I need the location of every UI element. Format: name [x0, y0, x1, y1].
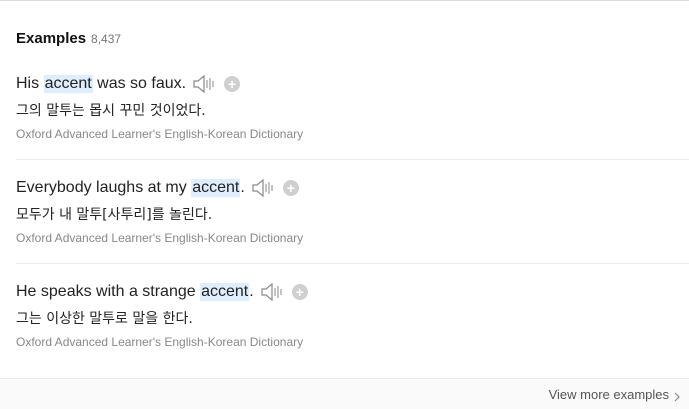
example-text-after: . [240, 179, 245, 196]
example-source[interactable]: Oxford Advanced Learner's English-Korean… [16, 335, 303, 351]
example-text-before: His [16, 75, 44, 92]
example-item: He speaks with a strange accent. + 그는 이상… [16, 278, 689, 382]
top-divider [0, 0, 689, 1]
example-english: He speaks with a strange accent. + [16, 280, 308, 304]
example-text-before: Everybody laughs at my [16, 179, 192, 196]
plus-icon[interactable]: + [291, 284, 308, 300]
example-keyword[interactable]: accent [191, 179, 241, 197]
examples-panel: Examples 8,437 His accent was so faux. +… [0, 0, 689, 409]
example-text-before: He speaks with a strange [16, 283, 201, 300]
example-keyword[interactable]: accent [43, 75, 93, 93]
plus-icon[interactable]: + [224, 76, 241, 92]
chevron-right-icon [673, 390, 681, 401]
example-text-after: was so faux. [92, 75, 187, 92]
example-keyword[interactable]: accent [200, 283, 250, 301]
examples-title: Examples [16, 30, 87, 47]
speaker-icon[interactable] [260, 282, 284, 302]
example-english: His accent was so faux. + [16, 72, 241, 96]
examples-footer: View more examples [0, 378, 689, 409]
example-korean: 그의 말투는 몹시 꾸민 것이었다. [16, 103, 206, 119]
example-divider [16, 159, 689, 160]
plus-icon[interactable]: + [282, 180, 299, 196]
speaker-icon[interactable] [192, 74, 216, 94]
example-divider [16, 263, 689, 264]
examples-count: 8,437 [91, 32, 122, 46]
view-more-label: View more examples [548, 387, 669, 402]
example-english: Everybody laughs at my accent. + [16, 176, 299, 200]
example-korean: 그는 이상한 말투로 말을 한다. [16, 311, 193, 327]
example-korean: 모두가 내 말투[사투리]를 놀린다. [16, 207, 213, 223]
example-text-after: . [249, 283, 254, 300]
speaker-icon[interactable] [251, 178, 275, 198]
view-more-examples-link[interactable]: View more examples [549, 387, 681, 402]
example-source[interactable]: Oxford Advanced Learner's English-Korean… [16, 231, 303, 247]
example-source[interactable]: Oxford Advanced Learner's English-Korean… [16, 127, 303, 143]
examples-header: Examples 8,437 [16, 30, 121, 50]
